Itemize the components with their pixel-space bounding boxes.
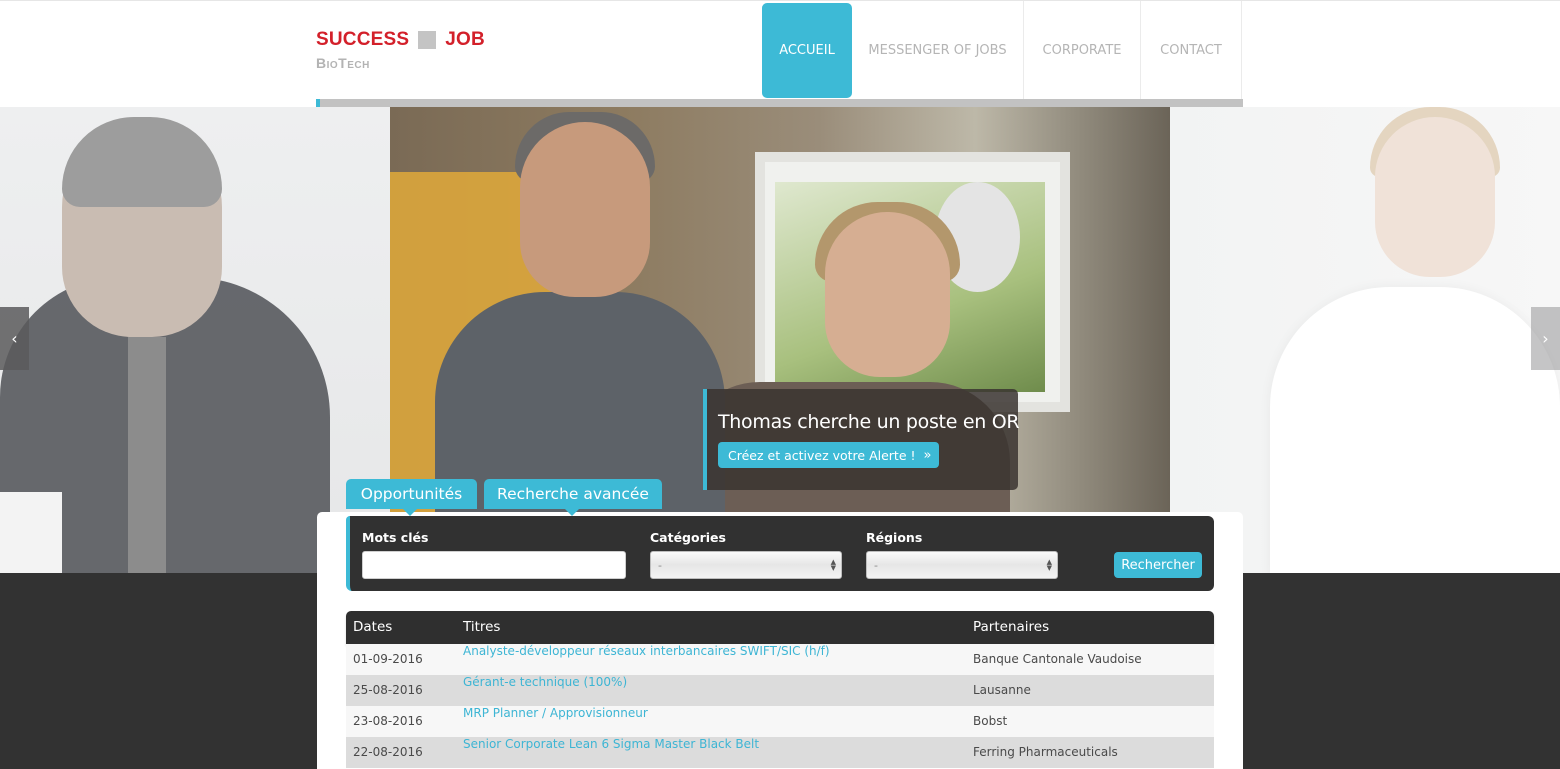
search-tabs: Opportunités Recherche avancée (346, 479, 662, 516)
categories-selected-value: - (658, 558, 662, 572)
regions-selected-value: - (874, 558, 878, 572)
job-date: 25-08-2016 (353, 683, 423, 697)
nav-item-corporate[interactable]: CORPORATE (1024, 1, 1141, 100)
jobs-table: Dates Titres Partenaires 01-09-2016 Anal… (346, 611, 1214, 768)
table-row: 25-08-2016 Gérant-e technique (100%) Lau… (346, 675, 1214, 706)
search-button[interactable]: Rechercher (1114, 552, 1202, 578)
carousel-prev-button[interactable]: ‹ (0, 307, 29, 370)
create-alert-button[interactable]: Créez et activez votre Alerte ! » (718, 442, 940, 468)
site-header: SUCCESS JOB BioTech ACCUEIL MESSENGER OF… (0, 0, 1560, 107)
job-date: 23-08-2016 (353, 714, 423, 728)
tab-pointer-icon (403, 509, 417, 516)
column-header-partenaires[interactable]: Partenaires (973, 619, 1049, 635)
job-date: 01-09-2016 (353, 652, 423, 666)
column-header-titres[interactable]: Titres (463, 619, 500, 635)
job-title-link[interactable]: Gérant-e technique (100%) (463, 675, 627, 689)
caption-title: Thomas cherche un poste en OR (718, 411, 1020, 433)
nav-item-contact[interactable]: CONTACT (1141, 1, 1242, 100)
job-title-link[interactable]: Senior Corporate Lean 6 Sigma Master Bla… (463, 737, 759, 751)
table-row: 22-08-2016 Senior Corporate Lean 6 Sigma… (346, 737, 1214, 768)
chevron-left-icon: ‹ (11, 329, 18, 348)
job-title-link[interactable]: MRP Planner / Approvisionneur (463, 706, 648, 720)
tab-pointer-icon (565, 509, 579, 516)
double-chevron-right-icon: » (923, 447, 932, 463)
column-header-dates[interactable]: Dates (353, 619, 392, 635)
table-header: Dates Titres Partenaires (346, 611, 1214, 644)
keywords-input[interactable] (362, 551, 626, 579)
search-form: Mots clés Catégories - ▲ ▼ Régions - ▲ ▼ R… (346, 516, 1214, 591)
previous-slide-image (0, 107, 390, 573)
hero-carousel (0, 107, 1560, 573)
nav-item-messenger-of-jobs[interactable]: MESSENGER OF JOBS (852, 1, 1024, 100)
tab-opportunites[interactable]: Opportunités (346, 479, 477, 516)
job-partner: Bobst (973, 714, 1008, 728)
tab-recherche-avancee-label: Recherche avancée (497, 485, 649, 503)
job-partner: Banque Cantonale Vaudoise (973, 652, 1142, 666)
main-nav: ACCUEIL MESSENGER OF JOBS CORPORATE CONT… (762, 1, 1242, 100)
create-alert-label: Créez et activez votre Alerte ! (728, 447, 916, 463)
logo-word-success: SUCCESS (316, 29, 410, 50)
table-row: 01-09-2016 Analyste-développeur réseaux … (346, 644, 1214, 675)
job-partner: Lausanne (973, 683, 1031, 697)
tab-opportunites-label: Opportunités (360, 485, 463, 503)
carousel-next-button[interactable]: › (1531, 307, 1560, 370)
categories-label: Catégories (650, 530, 726, 545)
nav-item-accueil[interactable]: ACCUEIL (762, 3, 852, 98)
job-partner: Ferring Pharmaceuticals (973, 745, 1118, 759)
header-divider-bar (316, 99, 1243, 107)
select-arrows-icon: ▲ ▼ (830, 558, 836, 572)
logo-square-icon (418, 31, 437, 49)
next-slide-image (1170, 107, 1560, 573)
logo[interactable]: SUCCESS JOB BioTech (316, 29, 485, 71)
job-title-link[interactable]: Analyste-développeur réseaux interbancai… (463, 644, 830, 658)
categories-select[interactable]: - ▲ ▼ (650, 551, 842, 579)
select-arrows-icon: ▲ ▼ (1046, 558, 1052, 572)
slide-caption: Thomas cherche un poste en OR Créez et a… (703, 389, 1020, 490)
regions-label: Régions (866, 530, 923, 545)
chevron-right-icon: › (1542, 329, 1549, 348)
header-divider-accent (316, 99, 320, 107)
tab-recherche-avancee[interactable]: Recherche avancée (484, 479, 662, 516)
table-row: 23-08-2016 MRP Planner / Approvisionneur… (346, 706, 1214, 737)
keywords-label: Mots clés (362, 530, 429, 545)
logo-subtitle: BioTech (316, 55, 370, 71)
regions-select[interactable]: - ▲ ▼ (866, 551, 1058, 579)
job-date: 22-08-2016 (353, 745, 423, 759)
logo-word-job: JOB (445, 29, 485, 50)
